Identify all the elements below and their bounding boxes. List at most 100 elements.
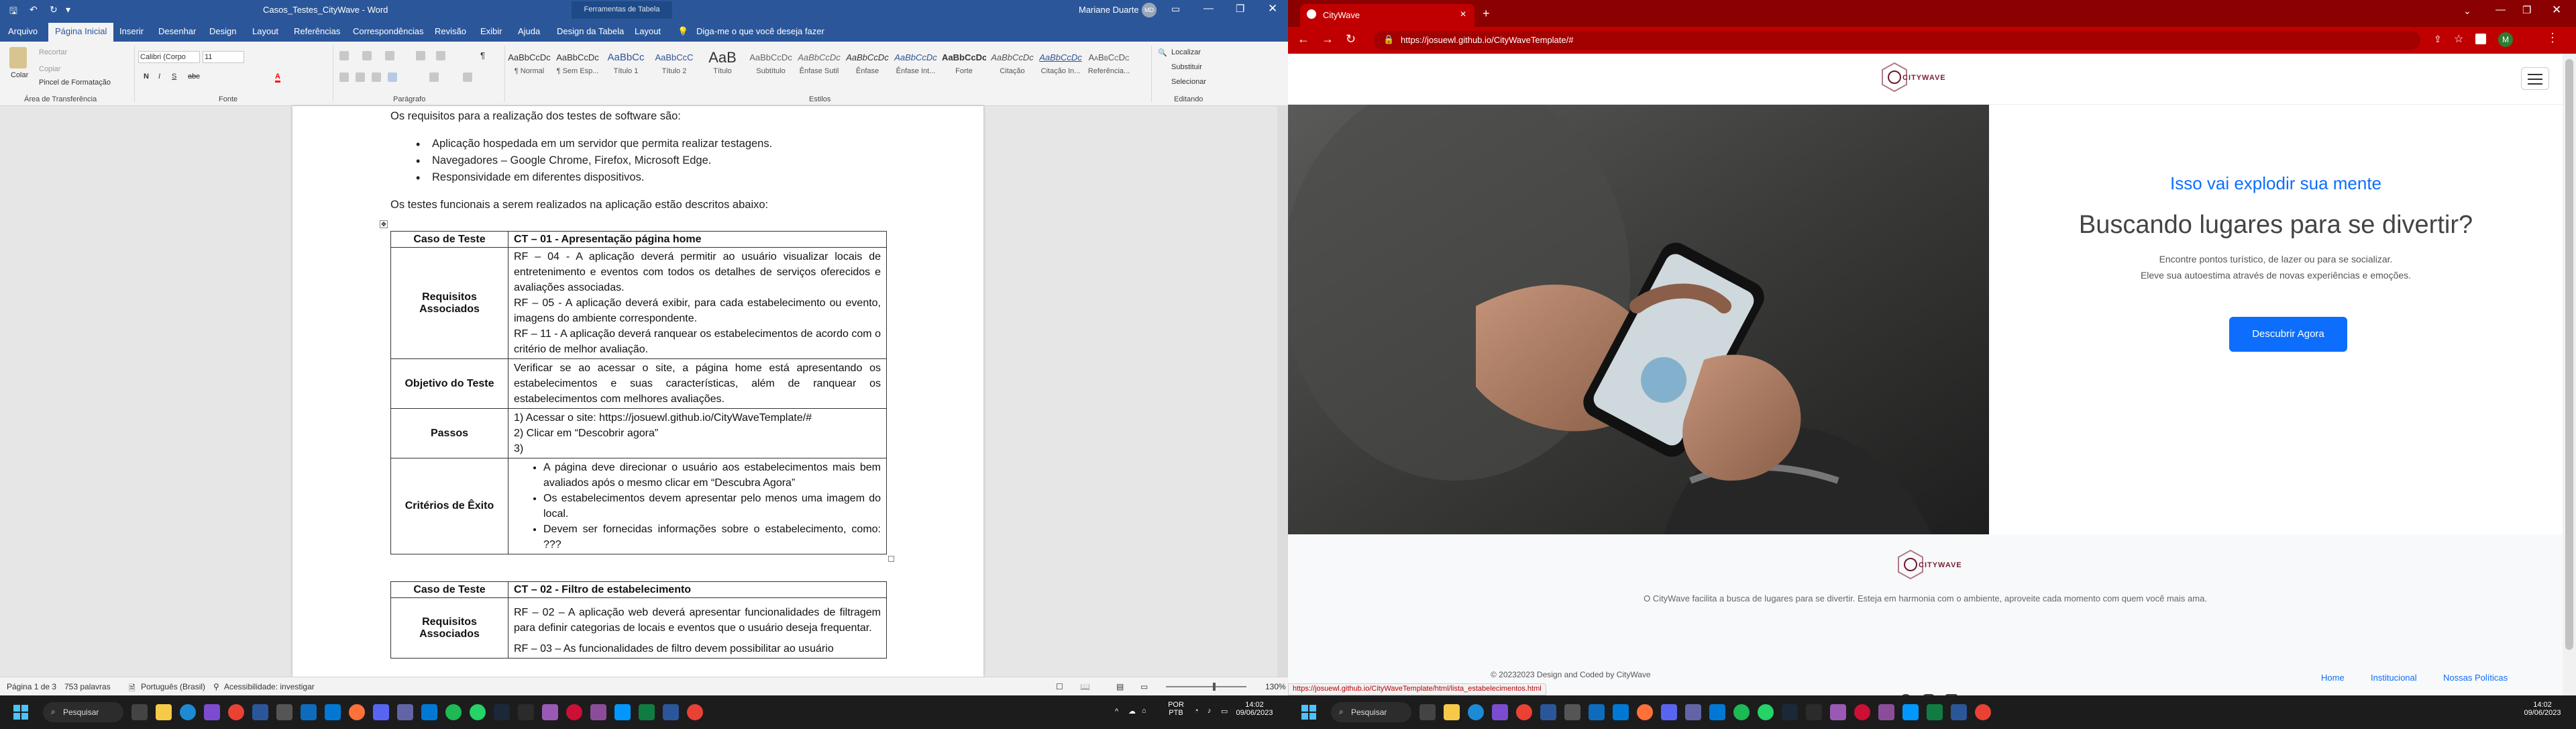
style-no-spacing[interactable]: AaBbCcDc ¶ Sem Esp...: [555, 48, 600, 87]
chrome-icon[interactable]: [228, 704, 244, 720]
app-icon[interactable]: [542, 704, 558, 720]
tab-ajuda[interactable]: Ajuda: [518, 26, 540, 36]
tab-desenhar[interactable]: Desenhar: [158, 26, 196, 36]
excel-icon[interactable]: [1927, 704, 1943, 720]
site-logo[interactable]: CITYWAVE: [1876, 60, 1949, 95]
browser-scrollbar[interactable]: [2563, 54, 2576, 695]
tab-inserir[interactable]: Inserir: [119, 26, 144, 36]
style-subtle-reference[interactable]: AaBbCcDc Referência...: [1087, 48, 1131, 87]
footer-logo[interactable]: CITYWAVE: [1892, 548, 1966, 583]
language-indicator[interactable]: POR PTB: [1166, 701, 1186, 717]
terminal-icon[interactable]: [518, 704, 534, 720]
opera-icon[interactable]: [566, 704, 582, 720]
address-bar[interactable]: 🔒 https://josuewl.github.io/CityWaveTemp…: [1374, 31, 2420, 50]
extensions-icon[interactable]: [2475, 34, 2486, 44]
tab-design-da-tabela[interactable]: Design da Tabela: [557, 26, 624, 36]
steam-icon[interactable]: [494, 704, 510, 720]
vscode-icon[interactable]: [325, 704, 341, 720]
task-view-icon[interactable]: [131, 704, 148, 720]
print-layout-icon[interactable]: ▤: [1116, 682, 1124, 691]
whatsapp-icon[interactable]: [470, 704, 486, 720]
style-emphasis[interactable]: AaBbCcDc Ênfase: [845, 48, 890, 87]
replace-button[interactable]: Substituir: [1171, 63, 1202, 71]
cut-button[interactable]: Recortar: [39, 48, 67, 56]
firefox-icon[interactable]: [1637, 704, 1653, 720]
zoom-level[interactable]: 130%: [1265, 682, 1286, 691]
tab-revisao[interactable]: Revisão: [435, 26, 466, 36]
bullets-icon[interactable]: [339, 51, 349, 60]
volume-icon[interactable]: ♪: [1208, 707, 1212, 715]
teams2-icon[interactable]: [397, 704, 413, 720]
windows-start-icon[interactable]: [1301, 705, 1316, 720]
style-normal[interactable]: AaBbCcDc ¶ Normal: [507, 48, 551, 87]
tab-exibir[interactable]: Exibir: [480, 26, 502, 36]
zoom-slider-thumb[interactable]: [1213, 683, 1216, 691]
user-name[interactable]: Mariane Duarte: [1079, 5, 1139, 15]
share-icon[interactable]: ⇪: [2434, 34, 2442, 45]
tab-layout[interactable]: Layout: [252, 26, 278, 36]
word-count[interactable]: 753 palavras: [64, 682, 111, 691]
forward-icon[interactable]: →: [1322, 32, 1334, 46]
close-icon[interactable]: ✕: [2552, 3, 2561, 17]
bold-icon[interactable]: N: [144, 72, 149, 81]
todo-icon[interactable]: [301, 704, 317, 720]
find-button[interactable]: Localizar: [1171, 48, 1201, 56]
success-criteria-cell[interactable]: A página deve direcionar o usuário aos e…: [508, 458, 887, 554]
table-resize-handle[interactable]: [888, 556, 894, 562]
word2-icon[interactable]: [1951, 704, 1967, 720]
document-page[interactable]: Os requisitos para a realização dos test…: [292, 106, 983, 677]
teams-icon[interactable]: [1492, 704, 1508, 720]
file-explorer-icon[interactable]: [156, 704, 172, 720]
accessibility-status[interactable]: Acessibilidade: investigar: [224, 682, 315, 691]
strikethrough-icon[interactable]: abc: [188, 72, 200, 81]
read-mode-icon[interactable]: 📖: [1080, 682, 1090, 691]
table-move-handle-icon[interactable]: ✥: [380, 220, 388, 228]
word-taskbar-icon[interactable]: [252, 704, 268, 720]
objective-cell[interactable]: Verificar se ao acessar o site, a página…: [508, 358, 887, 409]
style-subtitle[interactable]: AaBbCcDc Subtítulo: [749, 48, 793, 87]
visual-studio-icon[interactable]: [590, 704, 606, 720]
decrease-indent-icon[interactable]: [416, 51, 425, 60]
style-intense-emphasis[interactable]: AaBbCcDc Ênfase Int...: [894, 48, 938, 87]
navbar-toggler-button[interactable]: [2521, 67, 2549, 90]
web-layout-icon[interactable]: ▭: [1140, 682, 1148, 691]
vscode2-icon[interactable]: [614, 704, 631, 720]
focus-icon[interactable]: ☐: [1056, 682, 1063, 691]
whatsapp-icon[interactable]: [1758, 704, 1774, 720]
tab-arquivo[interactable]: Arquivo: [8, 26, 38, 36]
align-right-icon[interactable]: [372, 72, 381, 82]
maximize-icon[interactable]: ❐: [2522, 4, 2531, 16]
firefox-icon[interactable]: [349, 704, 365, 720]
tab-search-icon[interactable]: ⌄: [2463, 5, 2471, 17]
numbering-icon[interactable]: [362, 51, 372, 60]
tray-chevron-icon[interactable]: ^: [1115, 708, 1118, 716]
chrome2-icon[interactable]: [1975, 704, 1991, 720]
increase-indent-icon[interactable]: [436, 51, 445, 60]
borders-icon[interactable]: [463, 72, 472, 82]
edge-icon[interactable]: [1468, 704, 1484, 720]
vscode-icon[interactable]: [1613, 704, 1629, 720]
back-icon[interactable]: ←: [1297, 32, 1309, 46]
outlook-icon[interactable]: [421, 704, 437, 720]
zoom-slider[interactable]: [1166, 686, 1246, 687]
discover-now-button[interactable]: Descubrir Agora: [2229, 317, 2347, 352]
shading-icon[interactable]: [429, 72, 439, 82]
style-title[interactable]: AaB Título: [700, 48, 745, 87]
vscode2-icon[interactable]: [1902, 704, 1919, 720]
calculator-icon[interactable]: [276, 704, 292, 720]
terminal-icon[interactable]: [1806, 704, 1822, 720]
calculator-icon[interactable]: [1564, 704, 1580, 720]
outlook-icon[interactable]: [1709, 704, 1725, 720]
font-name-select[interactable]: Calibri (Corpo: [138, 51, 200, 63]
footer-link-home[interactable]: Home: [2321, 673, 2345, 683]
cloud-icon[interactable]: ☁: [1128, 707, 1136, 716]
tab-referencias[interactable]: Referências: [294, 26, 340, 36]
page-count[interactable]: Página 1 de 3: [7, 682, 56, 691]
avatar[interactable]: MD: [1142, 3, 1157, 17]
file-explorer-icon[interactable]: [1444, 704, 1460, 720]
justify-icon[interactable]: [388, 72, 397, 82]
tab-pagina-inicial[interactable]: Página Inicial: [48, 23, 114, 42]
todo-icon[interactable]: [1589, 704, 1605, 720]
multilevel-icon[interactable]: [385, 51, 394, 60]
style-strong[interactable]: AaBbCcDc Forte: [942, 48, 986, 87]
